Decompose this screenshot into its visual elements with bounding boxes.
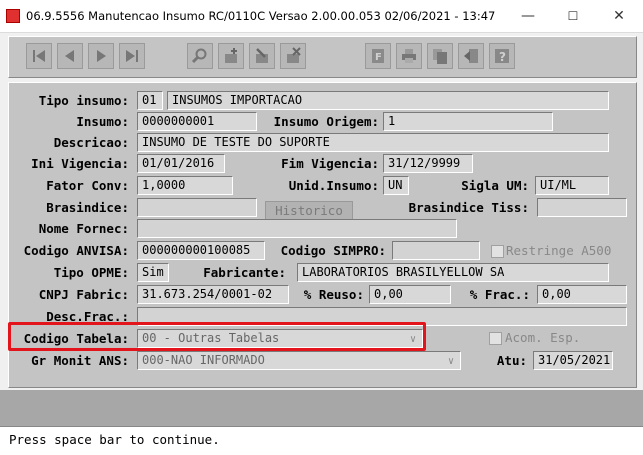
exit-icon[interactable] xyxy=(458,43,484,69)
insumo-label: Insumo: xyxy=(76,114,129,129)
filter-icon[interactable]: F xyxy=(365,43,391,69)
acom-esp-checkbox[interactable] xyxy=(489,332,502,345)
add-icon[interactable] xyxy=(218,43,244,69)
frac-label: % Frac.: xyxy=(469,287,530,302)
brasindice-tiss-label: Brasindice Tiss: xyxy=(408,200,529,215)
tipo-insumo-code-field[interactable]: 01 xyxy=(137,91,163,110)
unid-insumo-label: Unid.Insumo: xyxy=(288,178,379,193)
tipo-insumo-desc-field: INSUMOS IMPORTACAO xyxy=(167,91,609,110)
next-record-icon[interactable] xyxy=(88,43,114,69)
fim-vigencia-field[interactable]: 31/12/9999 xyxy=(383,154,473,173)
title-bar: 06.9.5556 Manutencao Insumo RC/0110C Ver… xyxy=(0,0,643,33)
atu-label: Atu: xyxy=(496,353,527,368)
nome-fornec-label: Nome Fornec: xyxy=(38,221,129,236)
print-icon[interactable] xyxy=(396,43,422,69)
restringe-a500-label: Restringe A500 xyxy=(506,243,612,258)
atu-field: 31/05/2021 xyxy=(533,351,613,370)
svg-text:?: ? xyxy=(499,50,506,64)
chevron-down-icon: ∨ xyxy=(447,356,454,367)
codigo-anvisa-field[interactable]: 000000000100085 xyxy=(137,241,265,260)
sigla-um-label: Sigla UM: xyxy=(461,178,529,193)
maximize-button[interactable]: ☐ xyxy=(550,0,596,32)
close-button[interactable]: ✕ xyxy=(596,0,642,32)
edit-icon[interactable] xyxy=(249,43,275,69)
window-title: 06.9.5556 Manutencao Insumo RC/0110C Ver… xyxy=(26,9,496,23)
codigo-simpro-field[interactable] xyxy=(392,241,480,260)
brasindice-field[interactable] xyxy=(137,198,257,217)
cnpj-fabric-field[interactable]: 31.673.254/0001-02 xyxy=(137,285,289,304)
status-message: Press space bar to continue. xyxy=(9,432,220,447)
gr-monit-ans-select[interactable]: 000-NAO INFORMADO ∨ xyxy=(137,351,461,370)
gr-monit-ans-label: Gr Monit ANS: xyxy=(31,353,129,368)
ini-vigencia-field[interactable]: 01/01/2016 xyxy=(137,154,225,173)
first-record-icon[interactable] xyxy=(26,43,52,69)
cnpj-fabric-label: CNPJ Fabric: xyxy=(38,287,129,302)
frac-field[interactable]: 0,00 xyxy=(537,285,627,304)
insumo-field[interactable]: 0000000001 xyxy=(137,112,257,131)
restringe-a500-checkbox[interactable] xyxy=(491,245,504,258)
historico-button[interactable]: Historico xyxy=(265,201,353,221)
insumo-origem-field[interactable]: 1 xyxy=(383,112,553,131)
codigo-simpro-label: Codigo SIMPRO: xyxy=(280,243,386,258)
delete-icon[interactable] xyxy=(280,43,306,69)
gr-monit-ans-value: 000-NAO INFORMADO xyxy=(142,353,265,367)
unid-insumo-field[interactable]: UN xyxy=(383,176,409,195)
tipo-insumo-label: Tipo insumo: xyxy=(38,93,129,108)
status-bar: Press space bar to continue. xyxy=(0,426,643,455)
sigla-um-field[interactable]: UI/ML xyxy=(535,176,609,195)
tipo-opme-field[interactable]: Sim xyxy=(137,263,169,282)
codigo-anvisa-label: Codigo ANVISA: xyxy=(23,243,129,258)
fabricante-field: LABORATORIOS BRASILYELLOW SA xyxy=(297,263,609,282)
brasindice-tiss-field[interactable] xyxy=(537,198,627,217)
svg-text:F: F xyxy=(375,52,382,63)
last-record-icon[interactable] xyxy=(119,43,145,69)
descricao-field[interactable]: INSUMO DE TESTE DO SUPORTE xyxy=(137,133,609,152)
minimize-button[interactable]: — xyxy=(505,0,551,32)
descricao-label: Descricao: xyxy=(53,135,129,150)
nome-fornec-field[interactable] xyxy=(137,219,457,238)
fabricante-label: Fabricante: xyxy=(203,265,286,280)
fator-conv-field[interactable]: 1,0000 xyxy=(137,176,233,195)
previous-record-icon[interactable] xyxy=(57,43,83,69)
fim-vigencia-label: Fim Vigencia: xyxy=(281,156,379,171)
reuso-label: % Reuso: xyxy=(303,287,364,302)
reuso-field[interactable]: 0,00 xyxy=(369,285,451,304)
tipo-opme-label: Tipo OPME: xyxy=(53,265,129,280)
fator-conv-label: Fator Conv: xyxy=(46,178,129,193)
brasindice-label: Brasindice: xyxy=(46,200,129,215)
bottom-band xyxy=(0,390,643,426)
toolbar: F ? xyxy=(8,36,637,78)
help-icon[interactable]: ? xyxy=(489,43,515,69)
ini-vigencia-label: Ini Vigencia: xyxy=(31,156,129,171)
app-icon xyxy=(6,9,20,23)
copy-icon[interactable] xyxy=(427,43,453,69)
search-icon[interactable] xyxy=(187,43,213,69)
highlight-box xyxy=(8,322,426,351)
acom-esp-label: Acom. Esp. xyxy=(505,330,581,345)
insumo-origem-label: Insumo Origem: xyxy=(273,114,379,129)
